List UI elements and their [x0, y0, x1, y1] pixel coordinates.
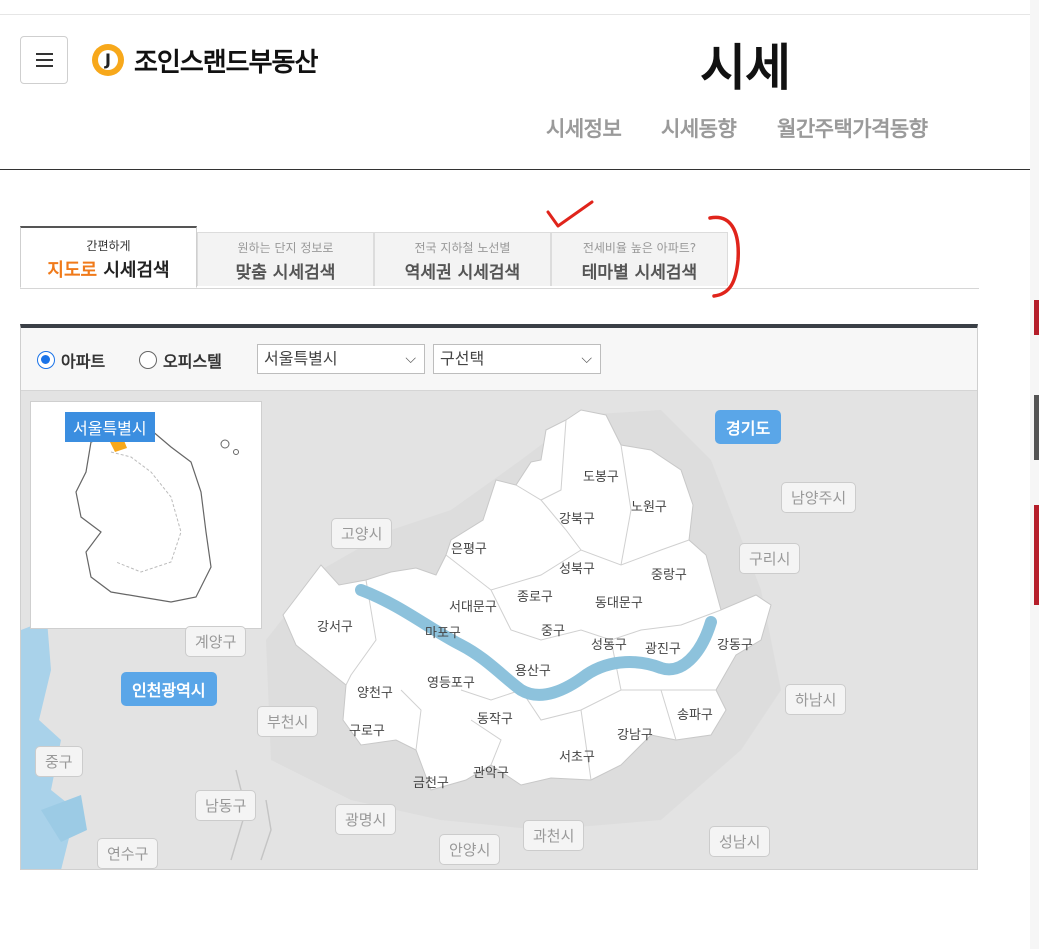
- district-nowon[interactable]: 노원구: [631, 496, 667, 515]
- area-gwacheon[interactable]: 과천시: [523, 820, 585, 851]
- region-badge-gyeonggi[interactable]: 경기도: [715, 410, 782, 444]
- district-dongdaemun[interactable]: 동대문구: [595, 592, 643, 611]
- district-guro[interactable]: 구로구: [349, 720, 385, 739]
- tab-subtitle: 전세비율 높은 아파트?: [582, 241, 697, 255]
- area-anyang[interactable]: 안양시: [439, 834, 501, 865]
- radio-apartment-label: 아파트: [61, 352, 106, 371]
- district-yangcheon[interactable]: 양천구: [357, 682, 393, 701]
- district-gangnam[interactable]: 강남구: [617, 724, 653, 743]
- hamburger-icon-line: [36, 65, 53, 67]
- radio-selected-icon: [37, 351, 55, 369]
- area-gwangmyeong[interactable]: 광명시: [335, 804, 397, 835]
- tab-subtitle: 간편하게: [86, 239, 131, 253]
- city-select-value: 서울특별시: [264, 349, 338, 368]
- district-geumcheon[interactable]: 금천구: [413, 772, 449, 791]
- area-bucheon[interactable]: 부천시: [257, 706, 319, 737]
- city-select[interactable]: 서울특별시 ⌵: [257, 344, 425, 374]
- menu-button[interactable]: [20, 36, 68, 84]
- district-seongbuk[interactable]: 성북구: [559, 558, 595, 577]
- district-gwangjin[interactable]: 광진구: [645, 638, 681, 657]
- area-seongnam[interactable]: 성남시: [709, 826, 771, 857]
- radio-officetel-label: 오피스텔: [163, 352, 222, 371]
- district-gangseo[interactable]: 강서구: [317, 616, 353, 635]
- area-gyeyang[interactable]: 계양구: [185, 626, 247, 657]
- tab-subway-search[interactable]: 전국 지하철 노선별 역세권 시세검색: [374, 232, 551, 286]
- inset-region-label: 서울특별시: [65, 412, 155, 442]
- korea-inset-map: 서울특별시: [30, 401, 262, 629]
- tab-title-highlight: 지도로: [47, 260, 98, 281]
- right-edge-strip: [1030, 0, 1039, 949]
- tab-theme-search[interactable]: 전세비율 높은 아파트? 테마별 시세검색: [551, 232, 728, 286]
- tab-subtitle: 원하는 단지 정보로: [237, 241, 334, 255]
- tab-title: 역세권 시세검색: [404, 263, 521, 283]
- hamburger-icon-line: [36, 59, 53, 61]
- district-dobong[interactable]: 도봉구: [583, 466, 619, 485]
- district-mapo[interactable]: 마포구: [425, 622, 461, 641]
- district-eunpyeong[interactable]: 은평구: [451, 538, 487, 557]
- tab-map-search[interactable]: 간편하게 지도로 시세검색: [20, 226, 197, 288]
- area-hanam[interactable]: 하남시: [785, 684, 847, 715]
- district-jongno[interactable]: 종로구: [517, 586, 553, 605]
- district-songpa[interactable]: 송파구: [677, 704, 713, 723]
- subnav-price-trend[interactable]: 시세동향: [661, 113, 737, 143]
- district-yongsan[interactable]: 용산구: [515, 660, 551, 679]
- district-dongjak[interactable]: 동작구: [477, 708, 513, 727]
- area-guri[interactable]: 구리시: [739, 543, 801, 574]
- hamburger-icon: [36, 53, 53, 55]
- radio-officetel[interactable]: 오피스텔: [139, 348, 222, 372]
- area-yeonsu[interactable]: 연수구: [97, 838, 159, 869]
- subnav-monthly-housing[interactable]: 월간주택가격동향: [777, 113, 928, 143]
- tab-subtitle: 전국 지하철 노선별: [414, 241, 511, 255]
- radio-apartment[interactable]: 아파트: [37, 348, 105, 372]
- tab-title: 테마별 시세검색: [581, 263, 698, 283]
- district-select[interactable]: 구선택 ⌵: [433, 344, 601, 374]
- district-gwanak[interactable]: 관악구: [473, 762, 509, 781]
- tab-title: 시세검색: [97, 260, 170, 281]
- region-badge-incheon[interactable]: 인천광역시: [121, 672, 217, 706]
- filter-bar: 아파트 오피스텔 서울특별시 ⌵ 구선택 ⌵: [21, 328, 977, 391]
- district-yeongdeungpo[interactable]: 영등포구: [427, 672, 475, 691]
- subnav-price-info[interactable]: 시세정보: [546, 113, 622, 143]
- chevron-down-icon: ⌵: [405, 351, 416, 367]
- district-gangbuk[interactable]: 강북구: [559, 508, 595, 527]
- logo-mark-icon: J: [92, 44, 124, 76]
- tab-title: 맞춤 시세검색: [235, 263, 336, 283]
- district-seocho[interactable]: 서초구: [559, 746, 595, 765]
- district-jungnang[interactable]: 중랑구: [651, 564, 687, 583]
- district-gangdong[interactable]: 강동구: [717, 634, 753, 653]
- chevron-down-icon: ⌵: [581, 351, 592, 367]
- map-search-panel: 아파트 오피스텔 서울특별시 ⌵ 구선택 ⌵ 서울특별시 경기도 인천광역시 고…: [20, 324, 978, 870]
- seoul-map[interactable]: 서울특별시 경기도 인천광역시 고양시 남양주시 구리시 계양구 부천시 하남시…: [21, 390, 977, 869]
- page-title: 시세: [700, 39, 791, 97]
- logo-text: 조인스랜드부동산: [134, 47, 318, 78]
- site-logo[interactable]: J 조인스랜드부동산: [92, 40, 318, 80]
- area-goyang[interactable]: 고양시: [331, 518, 393, 549]
- area-incheon-junggu[interactable]: 중구: [35, 746, 83, 777]
- district-seongdong[interactable]: 성동구: [591, 634, 627, 653]
- district-seodaemun[interactable]: 서대문구: [449, 596, 497, 615]
- tab-custom-search[interactable]: 원하는 단지 정보로 맞춤 시세검색: [197, 232, 374, 286]
- page-header: J 조인스랜드부동산 시세 시세정보 시세동향 월간주택가격동향: [0, 15, 1039, 170]
- district-junggu[interactable]: 중구: [541, 620, 565, 639]
- search-tabs: 간편하게 지도로 시세검색 원하는 단지 정보로 맞춤 시세검색 전국 지하철 …: [20, 226, 979, 289]
- radio-unselected-icon: [139, 351, 157, 369]
- district-select-value: 구선택: [440, 349, 485, 368]
- area-namyangju[interactable]: 남양주시: [781, 482, 857, 513]
- area-namdong[interactable]: 남동구: [195, 790, 257, 821]
